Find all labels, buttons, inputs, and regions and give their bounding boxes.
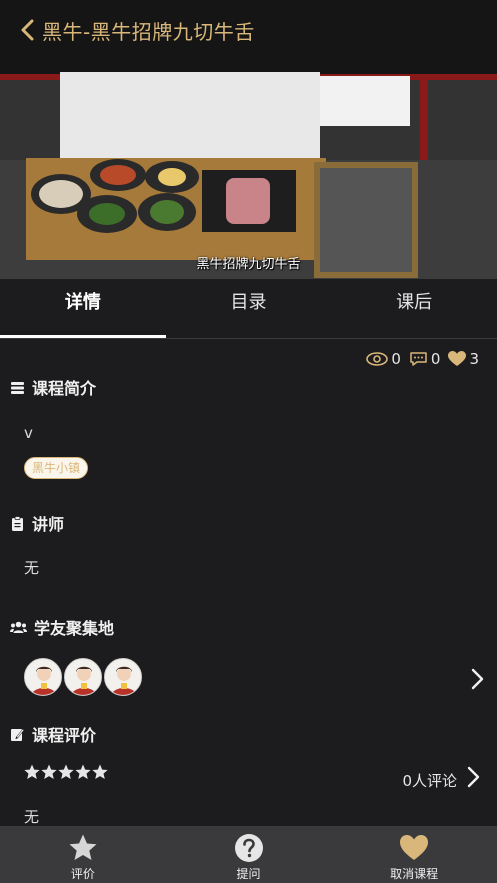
course-review-heading: 课程评价 — [10, 722, 96, 746]
review-button[interactable]: 评价 — [0, 826, 166, 883]
comments-count: 0 — [430, 350, 441, 368]
course-intro-text: v — [24, 424, 33, 442]
chef-avatar-icon — [31, 666, 57, 695]
course-tag[interactable]: 黑牛小镇 — [24, 457, 89, 479]
tab-catalog[interactable]: 目录 — [166, 279, 332, 338]
views-count: 0 — [391, 350, 401, 368]
comment-bubble-icon — [410, 352, 427, 366]
tab-bar: 详情 目录 课后 — [0, 279, 497, 339]
heart-icon — [448, 351, 467, 366]
classmates-heading: 学友聚集地 — [10, 615, 114, 639]
star-icon — [58, 764, 74, 779]
tab-after-class[interactable]: 课后 — [331, 279, 497, 338]
rating-stars — [24, 764, 108, 780]
bottom-action-bar: 评价 提问 取消课程 — [0, 826, 497, 883]
page-title: 黑牛-黑牛招牌九切牛舌 — [42, 19, 255, 44]
avatar[interactable] — [24, 658, 62, 696]
star-icon — [75, 764, 91, 779]
course-review-title: 课程评价 — [32, 726, 97, 745]
video-player[interactable]: 黑牛-黑牛招牌九切牛舌 黑牛招牌九切牛舌 — [0, 0, 497, 279]
stats-row: 0 0 3 — [362, 350, 479, 368]
list-icon — [11, 381, 24, 394]
cancel-course-label: 取消课程 — [390, 867, 439, 881]
course-intro-heading: 课程简介 — [10, 375, 96, 399]
lecturer-title: 讲师 — [32, 515, 65, 534]
clipboard-icon — [12, 515, 23, 531]
chef-avatar-icon — [71, 666, 97, 695]
classmates-title: 学友聚集地 — [34, 619, 115, 638]
lecturer-text: 无 — [24, 559, 40, 577]
course-review-text: 无 — [24, 808, 40, 826]
star-icon — [92, 764, 108, 779]
avatar[interactable] — [104, 658, 142, 696]
chevron-right-icon[interactable] — [470, 668, 484, 690]
group-icon — [10, 621, 27, 633]
star-icon — [24, 764, 40, 779]
edit-icon — [11, 728, 25, 741]
tab-details[interactable]: 详情 — [0, 279, 166, 338]
chevron-right-icon[interactable] — [466, 766, 480, 788]
comments-stat: 0 — [409, 350, 441, 368]
review-label: 评价 — [70, 867, 95, 881]
likes-count: 3 — [469, 350, 479, 368]
navigation-bar: 黑牛-黑牛招牌九切牛舌 — [0, 0, 497, 60]
question-icon — [234, 834, 263, 862]
video-subtitle: 黑牛招牌九切牛舌 — [196, 257, 301, 272]
cancel-course-button[interactable]: 取消课程 — [331, 826, 497, 883]
chef-avatar-icon — [111, 666, 137, 695]
details-panel: 0 0 3 课程简介 v 黑牛小镇 讲师 无 学友聚集地 课程评价 0人评论 无 — [0, 340, 497, 826]
ask-question-label: 提问 — [236, 867, 261, 881]
classmate-avatars[interactable] — [24, 658, 142, 696]
star-icon — [69, 834, 97, 860]
ask-question-button[interactable]: 提问 — [166, 826, 332, 883]
course-intro-title: 课程简介 — [32, 379, 97, 398]
heart-icon — [400, 835, 429, 860]
eye-icon — [366, 352, 389, 366]
views-stat: 0 — [366, 350, 401, 368]
star-icon — [41, 764, 57, 779]
back-arrow-icon[interactable] — [18, 17, 40, 43]
avatar[interactable] — [64, 658, 102, 696]
lecturer-heading: 讲师 — [10, 511, 64, 535]
likes-stat: 3 — [448, 350, 479, 368]
comment-count[interactable]: 0人评论 — [402, 770, 457, 791]
